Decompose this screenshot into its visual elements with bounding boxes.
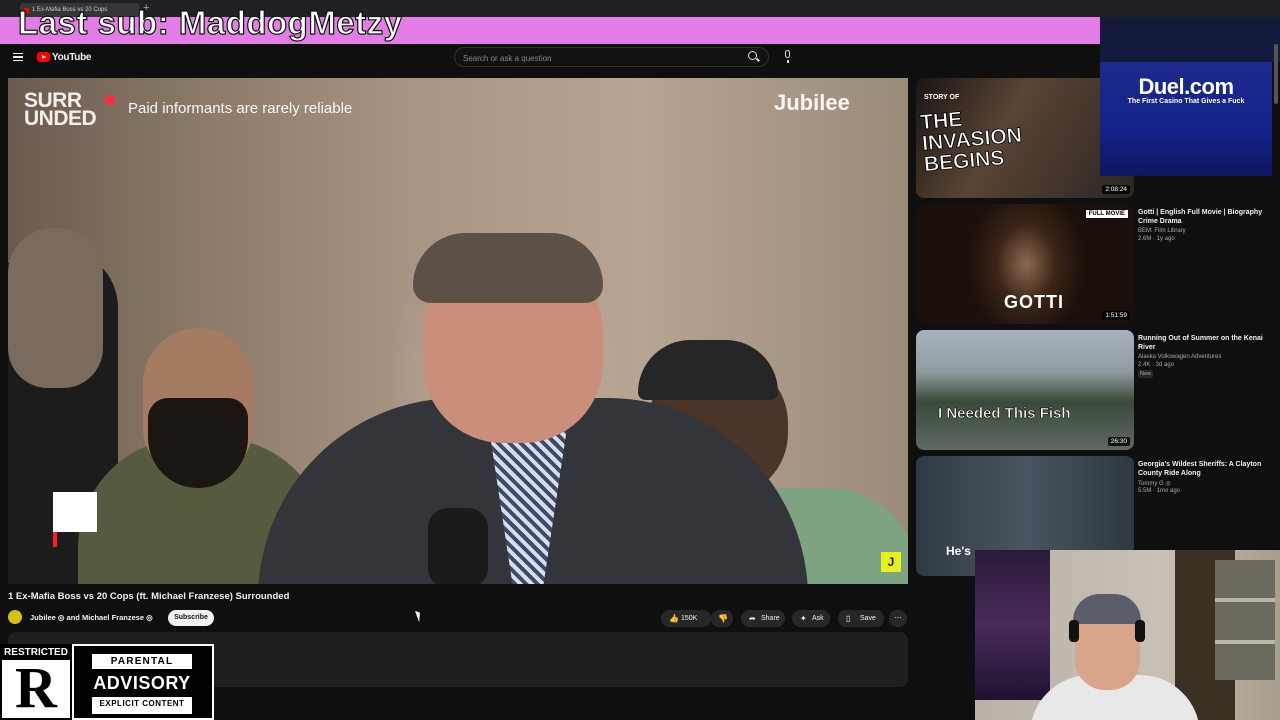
save-label: Save <box>860 615 876 622</box>
headset-right-icon <box>1135 620 1145 642</box>
full-movie-badge: FULL MOVIE <box>1085 210 1128 218</box>
restricted-badge: RESTRICTED R <box>0 644 72 720</box>
jubilee-corner-badge[interactable]: J <box>881 552 901 572</box>
recommendation-meta: 5.5M · 1mo ago <box>1138 488 1181 494</box>
recommendation-meta: 2.6M · 1y ago <box>1138 236 1175 242</box>
parental-advisory-box: PARENTAL ADVISORY EXPLICIT CONTENT <box>92 654 192 714</box>
youtube-logo-text[interactable]: YouTube <box>52 52 92 63</box>
recommendation-title[interactable]: Georgia's Wildest Sheriffs: A Clayton Co… <box>1138 460 1266 478</box>
search-input[interactable] <box>463 52 723 64</box>
recommendation-title[interactable]: Gotti | English Full Movie | Biography C… <box>1138 208 1266 226</box>
recommendation-item[interactable]: I Needed This Fish 26:30 Running Out of … <box>916 330 1266 450</box>
new-badge: New <box>1138 370 1154 378</box>
subscribe-button[interactable]: Subscribe <box>168 610 214 626</box>
main-speaker-hair <box>413 233 603 303</box>
last-sub-text: Last sub: MaddogMetzy <box>17 4 403 41</box>
wall-pictures <box>1215 560 1275 680</box>
share-label: Share <box>761 615 780 622</box>
recommendation-meta: 2.4K · 3d ago <box>1138 362 1175 368</box>
duel-ad-title: Duel.com <box>1138 74 1234 99</box>
youtube-logo-icon[interactable] <box>37 52 50 62</box>
save-button[interactable]: ▯ Save <box>838 610 884 627</box>
share-button[interactable]: ➦ Share <box>741 610 785 627</box>
more-dots-icon: ⋯ <box>894 615 902 622</box>
recommendation-channel[interactable]: Alaska Volkswagen Adventures <box>1138 354 1221 360</box>
ask-label: Ask <box>812 615 824 622</box>
thumbnail-small-text: STORY OF <box>924 94 960 101</box>
bookmark-icon: ▯ <box>846 614 851 623</box>
microphone-stand <box>428 508 488 584</box>
mouse-cursor-icon <box>415 609 423 623</box>
surrounded-logo-dot <box>105 95 115 105</box>
video-title: 1 Ex-Mafia Boss vs 20 Cops (ft. Michael … <box>8 591 290 602</box>
dislike-button[interactable]: 👎 <box>711 610 733 627</box>
thumbs-down-icon: 👎 <box>718 614 728 623</box>
recommendation-item[interactable]: FULL MOVIE GOTTI 1:51:59 Gotti | English… <box>916 204 1266 324</box>
baseball-cap <box>638 340 778 400</box>
page-scrollbar[interactable] <box>1274 44 1278 104</box>
like-button[interactable]: 👍 150K <box>661 610 711 627</box>
thumbnail-text: THE INVASION BEGINS <box>919 107 1023 177</box>
wall-banner <box>975 550 1050 700</box>
surrounded-logo-line2: UNDED <box>24 107 97 130</box>
person-left-head <box>8 228 103 388</box>
search-button[interactable] <box>740 51 766 64</box>
recommendation-thumbnail[interactable]: I Needed This Fish 26:30 <box>916 330 1134 450</box>
thumbs-up-icon: 👍 <box>669 614 679 623</box>
ask-button[interactable]: ✦ Ask <box>792 610 830 627</box>
video-duration: 26:30 <box>1107 437 1130 446</box>
thumbnail-text: I Needed This Fish <box>938 405 1071 422</box>
duel-ad-subtitle: The First Casino That Gives a Fuck <box>1127 98 1245 105</box>
more-actions-button[interactable]: ⋯ <box>889 610 907 627</box>
streamer-webcam <box>975 550 1280 720</box>
search-icon <box>748 51 757 60</box>
restricted-letter: R <box>15 655 57 720</box>
channel-avatar[interactable] <box>8 610 22 624</box>
advisory-middle-text: ADVISORY <box>92 669 192 697</box>
share-arrow-icon: ➦ <box>749 614 756 623</box>
microphone-icon <box>785 50 790 63</box>
jubilee-watermark: Jubilee <box>774 90 850 115</box>
search-box <box>454 47 769 67</box>
recommendation-channel[interactable]: Tommy G ◎ <box>1138 480 1171 487</box>
voice-search-button[interactable] <box>779 47 797 67</box>
advisory-top-text: PARENTAL <box>110 656 174 667</box>
like-count: 150K <box>681 615 698 622</box>
sparkle-icon: ✦ <box>800 614 807 623</box>
video-player[interactable]: SURR UNDED Paid informants are rarely re… <box>8 78 908 584</box>
recommendation-channel[interactable]: BEM: Film Library <box>1138 228 1186 234</box>
streamer-cap <box>1073 594 1141 624</box>
parental-advisory-badge: PARENTAL ADVISORY EXPLICIT CONTENT <box>72 644 214 720</box>
advisory-bottom-text: EXPLICIT CONTENT <box>99 699 185 708</box>
thumbnail-text: He's <box>946 544 971 558</box>
thumbnail-text: GOTTI <box>1004 292 1064 312</box>
sidebar-header-area <box>1100 17 1280 62</box>
white-flag-icon <box>53 492 97 532</box>
hamburger-menu-icon[interactable] <box>13 53 23 61</box>
headset-left-icon <box>1069 620 1079 642</box>
video-frame <box>8 78 908 584</box>
recommendation-thumbnail[interactable]: FULL MOVIE GOTTI 1:51:59 <box>916 204 1134 324</box>
screen: 1 Ex-Mafia Boss vs 20 Cops + Last sub: M… <box>0 0 1280 720</box>
video-caption: Paid informants are rarely reliable <box>128 100 353 117</box>
youtube-header: YouTube <box>0 44 1100 74</box>
video-duration: 2:08:24 <box>1102 185 1130 194</box>
channel-name[interactable]: Jubilee ◎ and Michael Franzese ◎ <box>30 613 153 622</box>
recommendation-title[interactable]: Running Out of Summer on the Kenai River <box>1138 334 1266 352</box>
video-duration: 1:51:59 <box>1102 311 1130 320</box>
duel-ad-overlay: Duel.com The First Casino That Gives a F… <box>1100 62 1272 176</box>
